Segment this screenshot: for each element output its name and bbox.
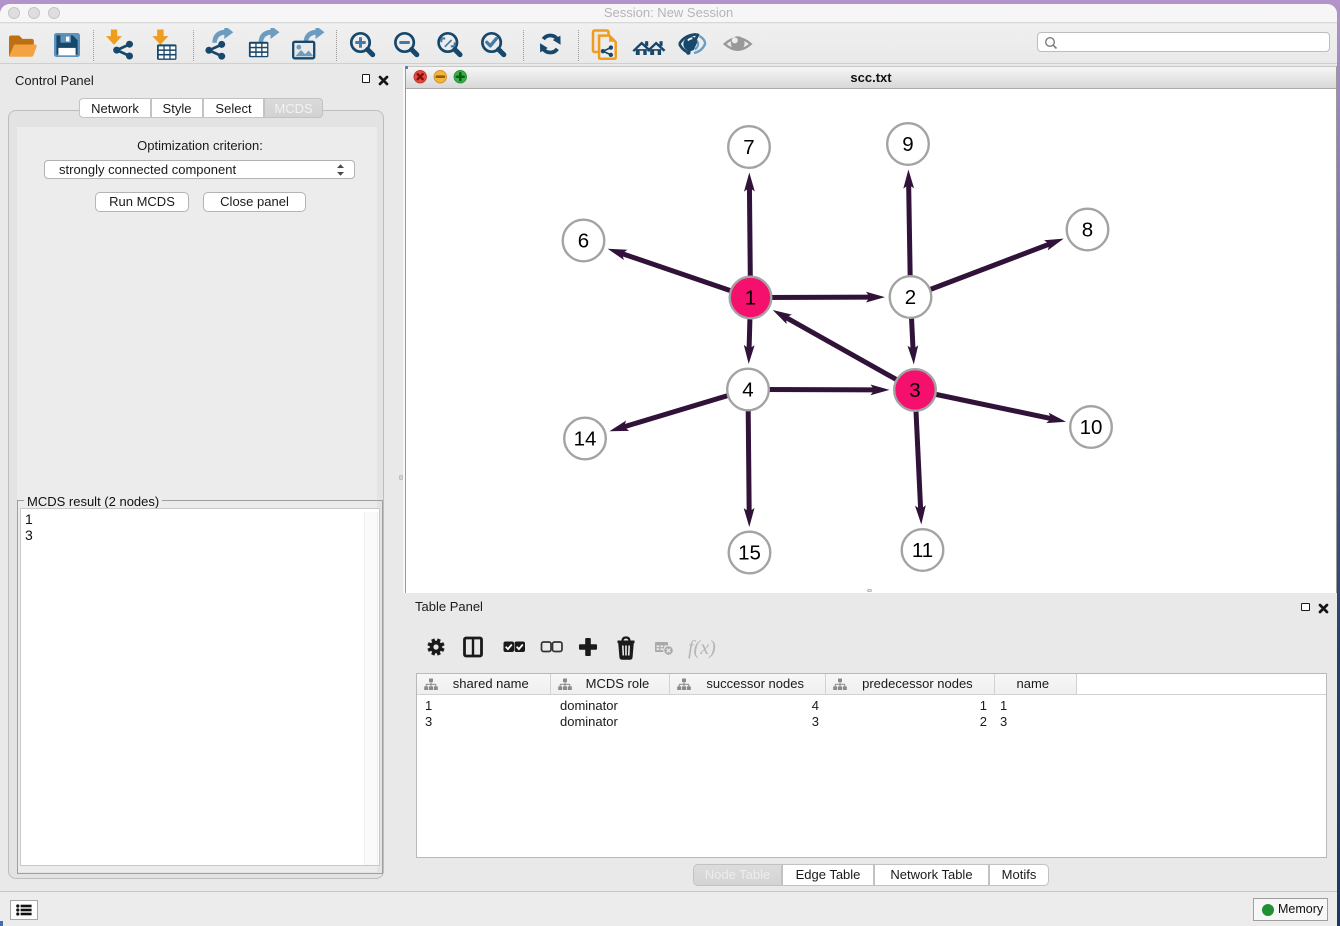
svg-text:7: 7 <box>743 136 754 159</box>
svg-text:15: 15 <box>738 542 761 565</box>
svg-text:2: 2 <box>905 286 916 309</box>
svg-text:f(x): f(x) <box>688 637 716 659</box>
svg-text:3: 3 <box>909 379 920 402</box>
svg-text:10: 10 <box>1080 416 1103 439</box>
svg-text:8: 8 <box>1082 219 1093 242</box>
svg-text:6: 6 <box>578 230 589 253</box>
svg-text:1: 1 <box>745 287 756 310</box>
svg-text:4: 4 <box>742 379 753 402</box>
svg-text:9: 9 <box>902 133 913 156</box>
svg-text:14: 14 <box>574 428 597 451</box>
svg-text:11: 11 <box>912 539 933 562</box>
